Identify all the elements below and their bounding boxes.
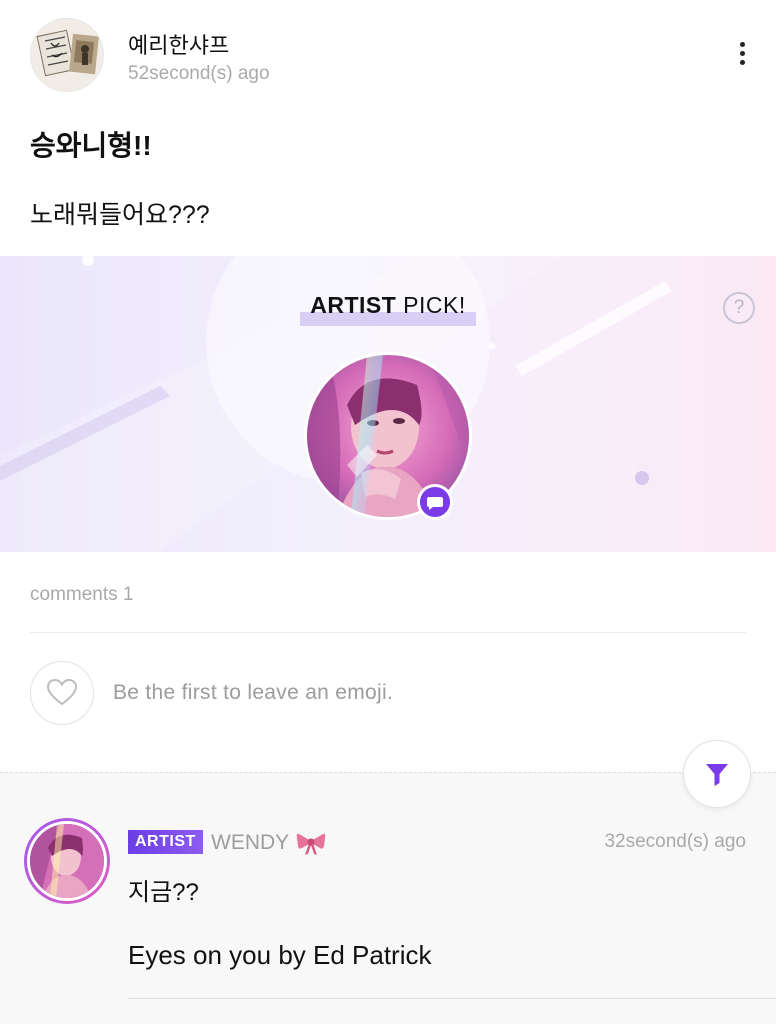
more-options-icon[interactable]	[738, 42, 746, 68]
comment-timestamp: 32second(s) ago	[604, 831, 746, 852]
ribbon-bow-icon	[296, 830, 326, 856]
artist-pick-banner: ARTIST PICK! ?	[0, 256, 776, 552]
artist-pick-title-bold: ARTIST	[310, 292, 397, 318]
emoji-heart-button[interactable]	[30, 661, 94, 725]
artist-badge: ARTIST	[128, 830, 203, 854]
artist-pick-title: ARTIST PICK!	[300, 292, 476, 326]
author-name[interactable]: 예리한샤프	[128, 28, 229, 60]
comment-divider	[128, 998, 776, 999]
commenter-avatar[interactable]	[24, 818, 110, 904]
comment-text-line-2: Eyes on you by Ed Patrick	[128, 940, 432, 970]
author-avatar[interactable]	[30, 18, 104, 92]
divider	[30, 632, 746, 633]
filter-button[interactable]	[683, 740, 751, 808]
comment-list	[0, 772, 776, 1024]
post-timestamp: 52second(s) ago	[128, 63, 270, 84]
filter-icon	[706, 764, 728, 786]
artist-pick-title-rest: PICK!	[396, 292, 466, 318]
post-title: 승와니형!!	[30, 130, 152, 161]
question-circle-icon[interactable]: ?	[723, 292, 755, 324]
post-header: 예리한샤프 52second(s) ago	[30, 18, 746, 94]
post-body: 노래뭐들어요???	[30, 201, 210, 229]
emoji-prompt[interactable]: Be the first to leave an emoji.	[113, 681, 393, 705]
comments-count: comments 1	[30, 584, 134, 605]
heart-outline-icon	[46, 678, 78, 706]
chat-bubble-icon[interactable]	[417, 484, 453, 520]
comment-text-line-1: 지금??	[128, 879, 199, 906]
commenter-name[interactable]: WENDY	[211, 831, 289, 855]
